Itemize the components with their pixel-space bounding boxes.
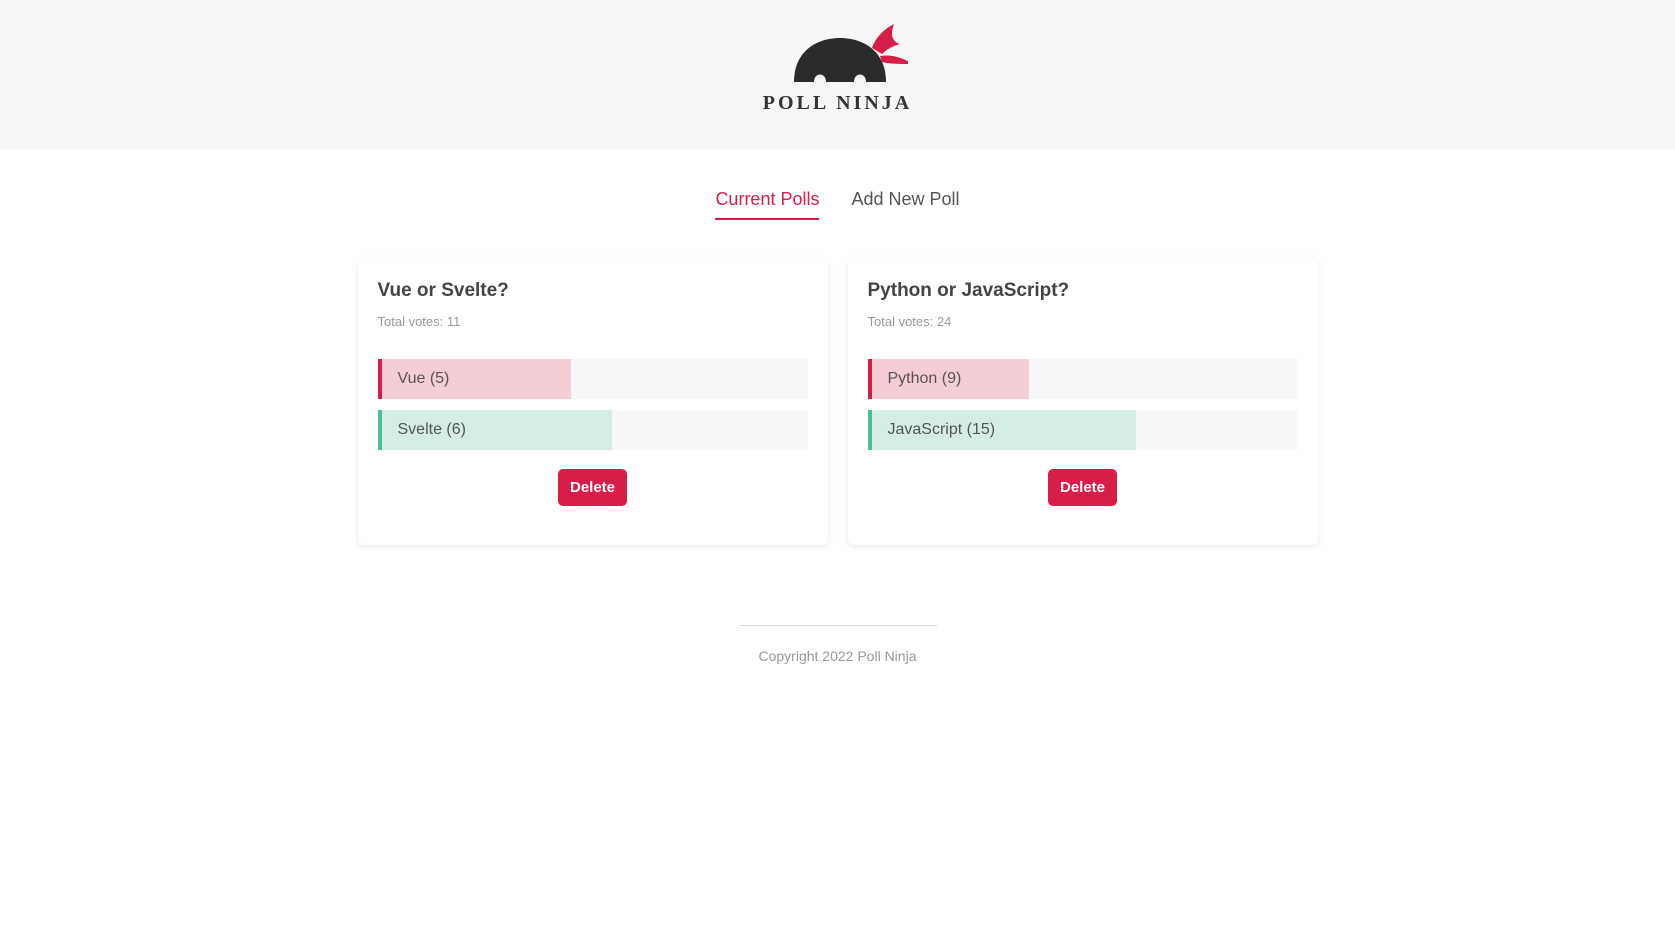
brand-name: POLL NINJA: [762, 92, 913, 114]
ninja-logo-icon: [793, 24, 908, 82]
copyright-text: Copyright 2022 Poll Ninja: [758, 648, 917, 664]
poll-answer[interactable]: Vue (5): [377, 359, 808, 399]
site-footer: Copyright 2022 Poll Ninja: [0, 625, 1675, 664]
poll-question: Vue or Svelte?: [377, 280, 509, 301]
poll-actions: Delete: [868, 469, 1298, 506]
poll-answers: Python (9) JavaScript (15): [867, 359, 1298, 450]
poll-answer[interactable]: Python (9): [867, 359, 1298, 399]
poll-total-votes: Total votes: 24: [867, 314, 952, 329]
poll-card: Python or JavaScript? Total votes: 24 Py…: [847, 258, 1318, 545]
answer-label: Vue (5): [397, 370, 450, 387]
poll-actions: Delete: [378, 469, 808, 506]
poll-total-votes: Total votes: 11: [377, 314, 461, 329]
answer-label: Svelte (6): [397, 421, 466, 438]
answer-label: JavaScript (15): [887, 421, 996, 438]
poll-answer[interactable]: JavaScript (15): [867, 410, 1298, 450]
poll-answer[interactable]: Svelte (6): [377, 410, 808, 450]
poll-tabs: Current Polls Add New Poll: [0, 189, 1675, 220]
delete-button[interactable]: Delete: [557, 469, 628, 506]
footer-divider: [738, 625, 937, 626]
site-header: POLL NINJA: [0, 0, 1675, 149]
tab-current-polls[interactable]: Current Polls: [715, 189, 820, 220]
poll-card: Vue or Svelte? Total votes: 11 Vue (5) S…: [357, 258, 828, 545]
answer-label: Python (9): [887, 370, 962, 387]
poll-list: Vue or Svelte? Total votes: 11 Vue (5) S…: [0, 258, 1675, 545]
poll-question: Python or JavaScript?: [867, 280, 1070, 301]
delete-button[interactable]: Delete: [1047, 469, 1118, 506]
tab-add-new-poll[interactable]: Add New Poll: [851, 189, 959, 220]
poll-answers: Vue (5) Svelte (6): [377, 359, 808, 450]
